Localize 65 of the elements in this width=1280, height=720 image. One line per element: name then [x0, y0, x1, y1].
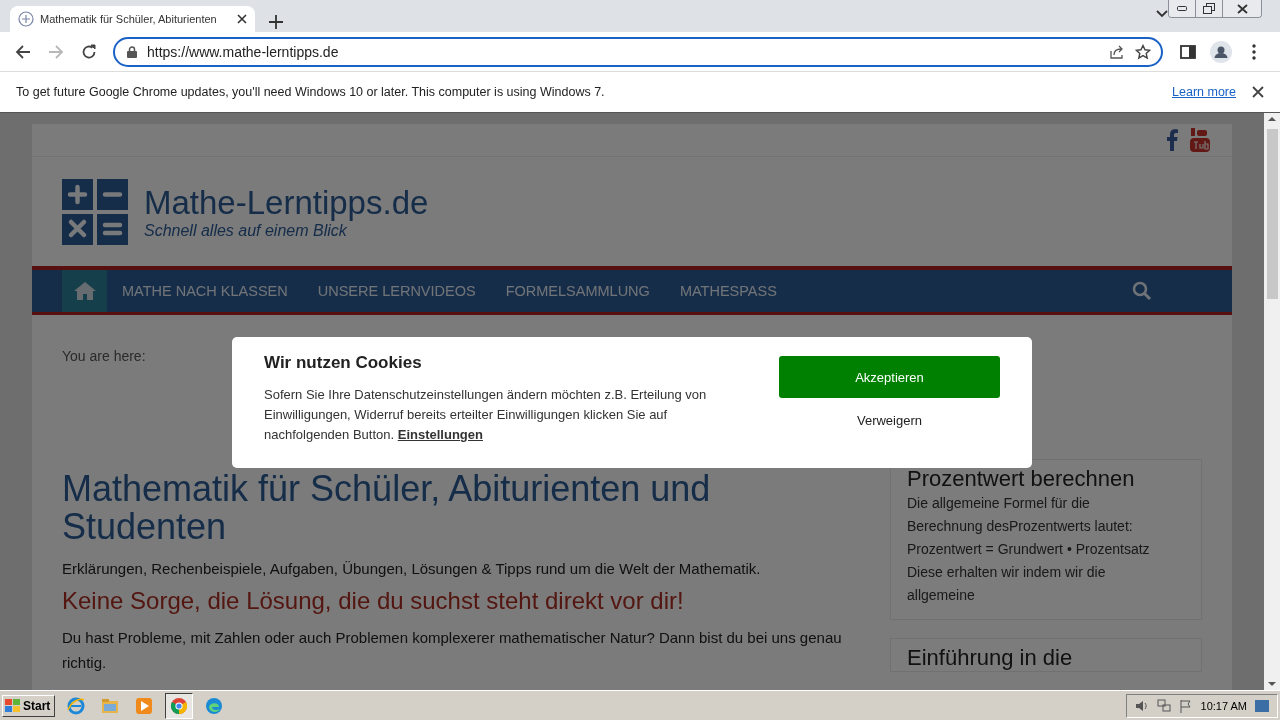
globe-icon [18, 11, 34, 27]
search-icon[interactable] [1132, 281, 1152, 301]
site-title[interactable]: Mathe-Lerntipps.de [144, 183, 429, 222]
folder-icon [101, 697, 120, 714]
new-tab-icon[interactable] [269, 15, 283, 29]
media-player-icon [135, 696, 154, 715]
close-icon[interactable] [1252, 86, 1264, 98]
windows-logo-icon [5, 698, 21, 713]
intro-text: Erklärungen, Rechenbeispiele, Aufgaben, Übungen, Lösungen & Tipps rund um die Welt der Mathematik. [62, 560, 762, 577]
breadcrumb-label: You are here: [62, 348, 146, 364]
nav-link[interactable]: MATHE NACH KLASSEN [107, 270, 303, 312]
card-title[interactable]: Prozentwert berechnen [907, 466, 1185, 492]
show-desktop-icon[interactable] [1255, 699, 1269, 712]
chevron-down-icon[interactable] [1156, 10, 1168, 18]
start-button[interactable]: Start [2, 694, 56, 717]
clock[interactable]: 10:17 AM [1200, 699, 1247, 712]
profile-icon [1210, 40, 1232, 63]
scroll-thumb[interactable] [1266, 129, 1278, 299]
taskbar-app-button[interactable] [165, 692, 194, 719]
body-paragraph: Du hast Probleme, mit Zahlen oder auch Problemen komplexerer mathematischer Natur? Dann bist du bei uns genau richtig. [62, 628, 842, 673]
settings-link[interactable]: Einstellungen [397, 427, 483, 442]
reload-icon [81, 43, 97, 60]
close-icon[interactable] [237, 14, 247, 24]
site-tagline: Schnell alles auf einem Blick [144, 221, 348, 240]
card-text: Die allgemeine Formel für die Berechnung desProzentwerts lautet: [907, 494, 1134, 536]
browser-tab[interactable]: Mathematik für Schüler, Abiturienten [10, 6, 255, 32]
close-window-button[interactable] [1222, 0, 1261, 17]
restore-icon [1203, 3, 1215, 14]
facebook-icon[interactable] [1166, 129, 1178, 151]
youtube-icon[interactable] [1190, 128, 1210, 152]
card-title[interactable]: Einführung in die [907, 645, 1185, 671]
learn-more-link[interactable]: Learn more [1172, 85, 1236, 99]
scrollbar[interactable] [1264, 113, 1280, 690]
dialog-title: Wir nutzen Cookies [264, 353, 423, 373]
minimize-icon [1177, 6, 1187, 11]
page-heading: Mathematik für Schüler, Abiturienten und Studenten [62, 470, 712, 546]
edge-icon [205, 696, 224, 715]
flag-icon[interactable] [1178, 698, 1193, 713]
nav-link[interactable]: FORMELSAMMLUNG [490, 270, 665, 312]
internet-explorer-icon [67, 696, 86, 715]
nav-link[interactable]: UNSERE LERNVIDEOS [302, 270, 491, 312]
update-message: To get future Google Chrome updates, you'll need Windows 10 or later. This computer is using Windows 7. [16, 85, 606, 99]
speaker-icon[interactable] [1134, 698, 1149, 713]
card-text: Diese erhalten wir indem wir die allgemeine [907, 563, 1107, 605]
home-icon [72, 281, 97, 301]
side-panel-icon [1180, 44, 1196, 59]
card-text: Prozentwert = Grundwert • Prozentsatz [907, 540, 1151, 559]
share-icon[interactable] [1109, 43, 1125, 60]
minimize-button[interactable] [1169, 0, 1195, 17]
forward-arrow-icon [48, 43, 64, 60]
accept-button[interactable]: Akzeptieren [779, 356, 1000, 398]
back-arrow-icon [15, 43, 31, 60]
dialog-text: Sofern Sie Ihre Datenschutzeinstellungen ändern möchten z.B. Erteilung von Einwilligungen, Widerruf bereits erteilter Einwilligungen klicken Sie auf nachfolgenden Button. Einstellungen [264, 386, 708, 444]
chrome-icon [170, 696, 189, 715]
menu-icon [1252, 43, 1256, 60]
nav-link[interactable]: MATHESPASS [664, 270, 792, 312]
calculator-logo [62, 178, 128, 245]
lock-icon [127, 45, 137, 58]
restore-button[interactable] [1195, 0, 1222, 17]
decline-button[interactable]: Verweigern [850, 412, 928, 429]
network-icon[interactable] [1156, 698, 1171, 713]
address-bar[interactable]: https://www.mathe-lerntipps.de [113, 36, 1163, 67]
subheading: Keine Sorge, die Lösung, die du suchst steht direkt vor dir! [62, 587, 685, 615]
star-icon[interactable] [1135, 43, 1151, 60]
close-icon [1236, 3, 1248, 14]
